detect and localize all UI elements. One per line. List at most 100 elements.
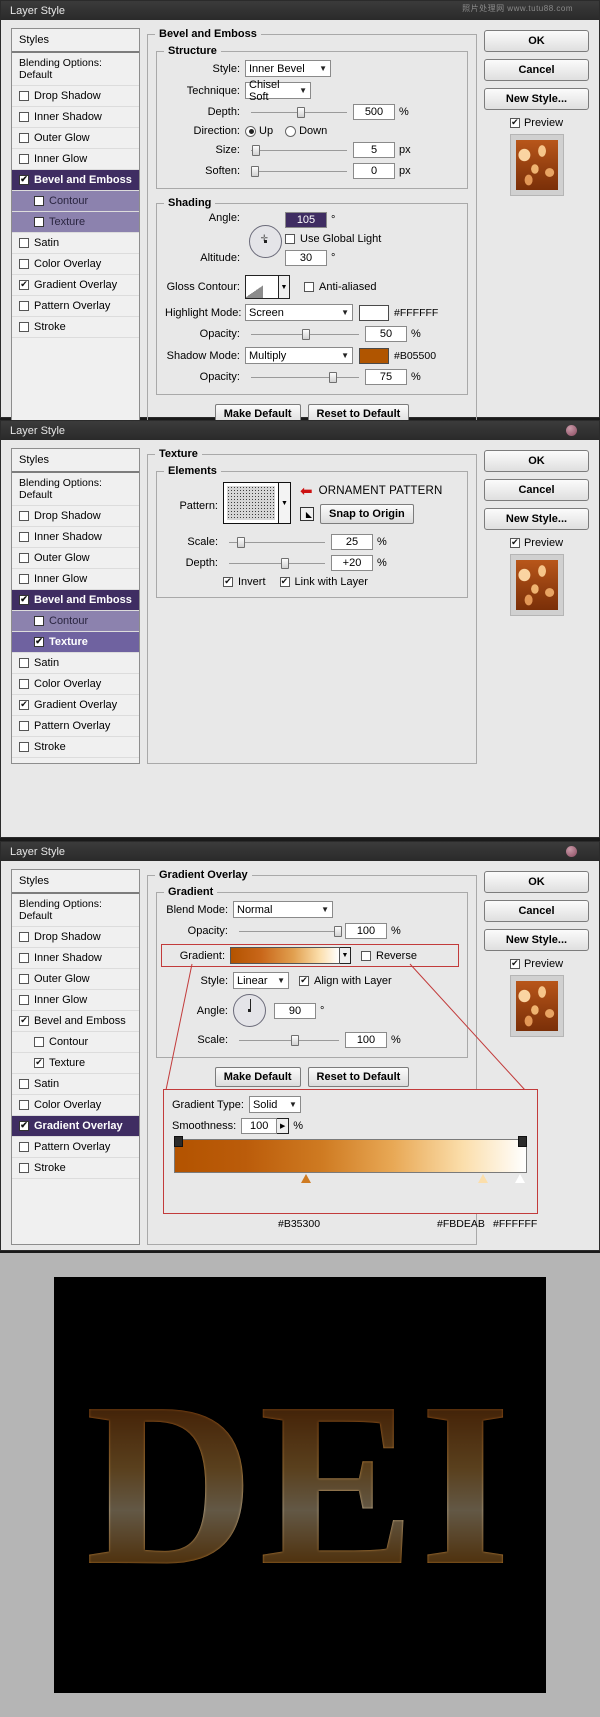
checkbox-contour[interactable]	[34, 1037, 44, 1047]
sidebar-item-outer-glow[interactable]: Outer Glow	[12, 969, 139, 990]
checkbox-link-with-layer[interactable]	[280, 577, 290, 587]
checkbox-drop-shadow[interactable]	[19, 511, 29, 521]
sidebar-item-stroke[interactable]: Stroke	[12, 737, 139, 758]
checkbox-gradient-overlay[interactable]	[19, 700, 29, 710]
slider-texture-scale[interactable]	[229, 535, 325, 549]
slider-highlight-opacity[interactable]	[251, 327, 359, 341]
sidebar-item-outer-glow[interactable]: Outer Glow	[12, 548, 139, 569]
slider-gradient-scale[interactable]	[239, 1033, 339, 1047]
checkbox-stroke[interactable]	[19, 742, 29, 752]
gradient-angle-dial[interactable]	[233, 994, 266, 1027]
select-gradient-style[interactable]: Linear ▼	[233, 972, 289, 989]
checkbox-gradient-overlay[interactable]	[19, 1121, 29, 1131]
select-technique[interactable]: Chisel Soft ▼	[245, 82, 311, 99]
sidebar-item-stroke[interactable]: Stroke	[12, 317, 139, 338]
gradient-dropdown[interactable]: ▼	[340, 947, 351, 964]
input-depth[interactable]: 500	[353, 104, 395, 120]
checkbox-outer-glow[interactable]	[19, 974, 29, 984]
sidebar-item-stroke[interactable]: Stroke	[12, 1158, 139, 1179]
slider-knob[interactable]	[297, 107, 305, 118]
slider-texture-depth[interactable]	[229, 556, 325, 570]
sidebar-item-contour[interactable]: Contour	[12, 1032, 139, 1053]
sidebar-item-gradient-overlay[interactable]: Gradient Overlay	[12, 695, 139, 716]
select-bevel-style[interactable]: Inner Bevel ▼	[245, 60, 331, 77]
checkbox-texture[interactable]	[34, 1058, 44, 1068]
checkbox-color-overlay[interactable]	[19, 1100, 29, 1110]
sidebar-item-texture[interactable]: Texture	[12, 1053, 139, 1074]
slider-knob[interactable]	[334, 926, 342, 937]
checkbox-pattern-overlay[interactable]	[19, 721, 29, 731]
checkbox-satin[interactable]	[19, 1079, 29, 1089]
checkbox-color-overlay[interactable]	[19, 259, 29, 269]
checkbox-contour[interactable]	[34, 196, 44, 206]
ok-button[interactable]: OK	[484, 450, 589, 472]
input-altitude[interactable]: 30	[285, 250, 327, 266]
checkbox-inner-shadow[interactable]	[19, 953, 29, 963]
sidebar-item-blending-options[interactable]: Blending Options: Default	[12, 53, 139, 86]
sidebar-item-bevel-and-emboss[interactable]: Bevel and Emboss	[12, 590, 139, 611]
input-highlight-opacity[interactable]: 50	[365, 326, 407, 342]
color-swatch-shadow[interactable]	[359, 348, 389, 364]
slider-knob[interactable]	[251, 166, 259, 177]
sidebar-item-inner-glow[interactable]: Inner Glow	[12, 149, 139, 170]
sidebar-item-texture[interactable]: Texture	[12, 632, 139, 653]
input-texture-depth[interactable]: +20	[331, 555, 373, 571]
angle-dial[interactable]: ✛	[249, 225, 282, 258]
ok-button[interactable]: OK	[484, 30, 589, 52]
sidebar-item-satin[interactable]: Satin	[12, 233, 139, 254]
checkbox-bevel-and-emboss[interactable]	[19, 1016, 29, 1026]
slider-soften[interactable]	[251, 164, 347, 178]
checkbox-reverse[interactable]	[361, 951, 371, 961]
checkbox-drop-shadow[interactable]	[19, 932, 29, 942]
slider-knob[interactable]	[237, 537, 245, 548]
checkbox-satin[interactable]	[19, 658, 29, 668]
checkbox-align-with-layer[interactable]	[299, 976, 309, 986]
new-style-button[interactable]: New Style...	[484, 929, 589, 951]
input-shadow-opacity[interactable]: 75	[365, 369, 407, 385]
cancel-button[interactable]: Cancel	[484, 479, 589, 501]
checkbox-contour[interactable]	[34, 616, 44, 626]
gradient-ramp[interactable]	[174, 1139, 527, 1173]
checkbox-bevel-and-emboss[interactable]	[19, 595, 29, 605]
checkbox-outer-glow[interactable]	[19, 133, 29, 143]
sidebar-item-contour[interactable]: Contour	[12, 191, 139, 212]
input-gradient-angle[interactable]: 90	[274, 1003, 316, 1019]
checkbox-texture[interactable]	[34, 217, 44, 227]
sidebar-item-blending-options[interactable]: Blending Options: Default	[12, 894, 139, 927]
select-highlight-mode[interactable]: Screen ▼	[245, 304, 353, 321]
pattern-dropdown[interactable]: ▼	[279, 482, 291, 524]
slider-depth[interactable]	[251, 105, 347, 119]
sidebar-item-blending-options[interactable]: Blending Options: Default	[12, 473, 139, 506]
sidebar-item-drop-shadow[interactable]: Drop Shadow	[12, 506, 139, 527]
gradient-opacity-stop-right[interactable]	[518, 1136, 527, 1147]
cancel-button[interactable]: Cancel	[484, 59, 589, 81]
slider-gradient-opacity[interactable]	[239, 924, 339, 938]
sidebar-item-texture[interactable]: Texture	[12, 212, 139, 233]
reset-to-default-button[interactable]: Reset to Default	[308, 1067, 410, 1087]
smoothness-stepper[interactable]: ▶	[277, 1118, 289, 1134]
slider-knob[interactable]	[281, 558, 289, 569]
sidebar-item-pattern-overlay[interactable]: Pattern Overlay	[12, 1137, 139, 1158]
checkbox-texture[interactable]	[34, 637, 44, 647]
sidebar-item-drop-shadow[interactable]: Drop Shadow	[12, 927, 139, 948]
new-style-button[interactable]: New Style...	[484, 88, 589, 110]
select-gradient-type[interactable]: Solid ▼	[249, 1096, 301, 1113]
sidebar-item-inner-glow[interactable]: Inner Glow	[12, 569, 139, 590]
sidebar-item-gradient-overlay[interactable]: Gradient Overlay	[12, 1116, 139, 1137]
checkbox-pattern-overlay[interactable]	[19, 301, 29, 311]
checkbox-outer-glow[interactable]	[19, 553, 29, 563]
sidebar-item-bevel-and-emboss[interactable]: Bevel and Emboss	[12, 170, 139, 191]
slider-knob[interactable]	[302, 329, 310, 340]
sidebar-item-color-overlay[interactable]: Color Overlay	[12, 254, 139, 275]
sidebar-item-drop-shadow[interactable]: Drop Shadow	[12, 86, 139, 107]
checkbox-preview[interactable]	[510, 538, 520, 548]
color-swatch-highlight[interactable]	[359, 305, 389, 321]
cancel-button[interactable]: Cancel	[484, 900, 589, 922]
sidebar-item-contour[interactable]: Contour	[12, 611, 139, 632]
checkbox-inner-glow[interactable]	[19, 154, 29, 164]
input-gradient-opacity[interactable]: 100	[345, 923, 387, 939]
make-default-button[interactable]: Make Default	[215, 1067, 301, 1087]
sidebar-item-inner-shadow[interactable]: Inner Shadow	[12, 527, 139, 548]
select-blend-mode[interactable]: Normal ▼	[233, 901, 333, 918]
close-icon[interactable]	[566, 846, 577, 857]
